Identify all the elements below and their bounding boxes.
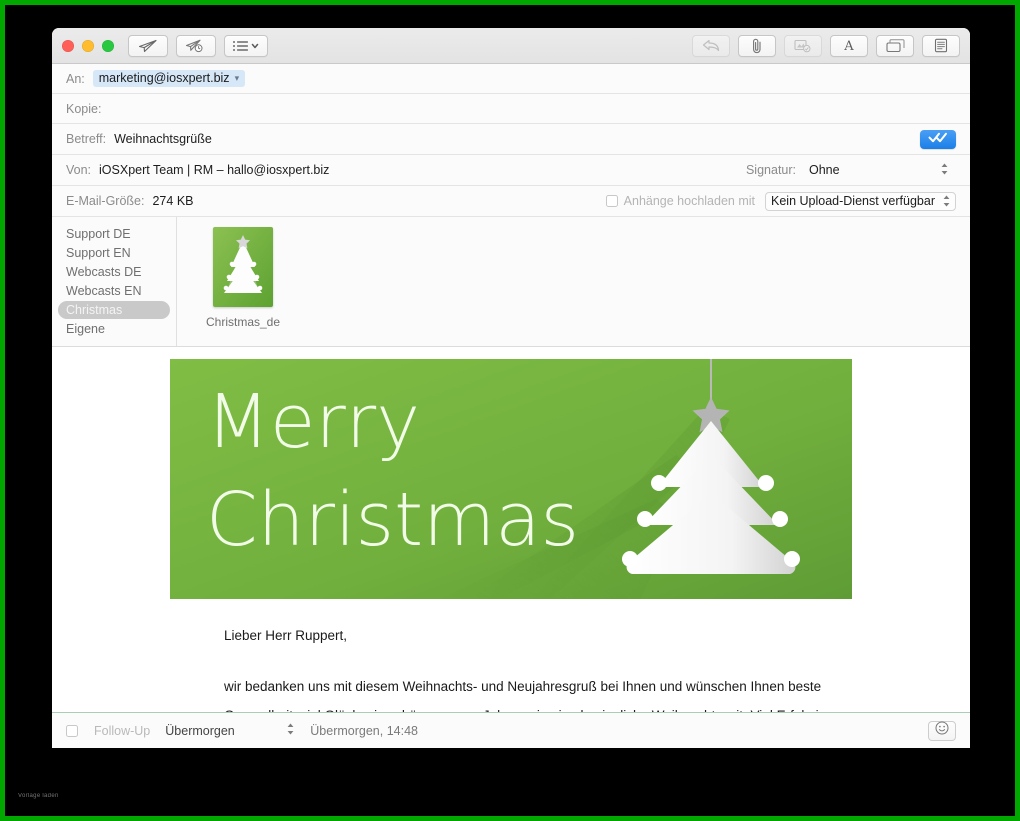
reply-button[interactable]: [692, 34, 730, 57]
size-value: 274 KB: [152, 194, 194, 208]
format-button[interactable]: A: [830, 34, 868, 57]
paper-plane-icon: [138, 39, 158, 53]
template-category-webcasts-en[interactable]: Webcasts EN: [58, 282, 170, 300]
reply-arrow-icon: [702, 39, 720, 52]
followup-checkbox[interactable]: [66, 724, 78, 737]
followup-value: Übermorgen: [165, 723, 235, 738]
paperclip-icon: [750, 38, 764, 54]
signature-label: Signatur:: [745, 163, 796, 177]
template-list-icon: [934, 38, 948, 53]
stationery-button[interactable]: [876, 34, 914, 57]
subject-input[interactable]: Weihnachtsgrüße: [114, 132, 212, 146]
toolbar-right-group: A: [684, 34, 960, 57]
banner-line-2: Christmas: [206, 477, 579, 563]
list-chevron-icon: [232, 40, 260, 52]
template-thumb-label: Christmas_de: [205, 315, 281, 329]
attach-button[interactable]: [738, 34, 776, 57]
signature-select[interactable]: Ohne: [804, 161, 954, 180]
followup-date: Übermorgen, 14:48: [310, 723, 418, 738]
up-down-chevron-icon: [942, 194, 951, 208]
upload-service-value: Kein Upload-Dienst verfügbar: [771, 193, 935, 208]
template-thumb-christmas-de[interactable]: Christmas_de: [205, 227, 281, 346]
view-options-button[interactable]: [224, 34, 268, 57]
subject-label: Betreff:: [66, 132, 107, 146]
paper-plane-clock-icon: [185, 39, 207, 53]
message-paragraph-greeting: Lieber Herr Ruppert,: [224, 628, 348, 643]
template-category-eigene[interactable]: Eigene: [58, 320, 170, 338]
up-down-chevron-icon: [940, 162, 949, 179]
minimize-window-button[interactable]: [82, 39, 94, 52]
stationery-icon: [885, 38, 905, 53]
banner-line-1: Merry: [206, 379, 420, 465]
traffic-lights: [62, 39, 114, 52]
mail-compose-window: A An: marketing@iosxpert.biz ▾ Kopie: Be…: [52, 28, 970, 748]
from-label: Von:: [66, 163, 92, 177]
followup-bar: Follow-Up Übermorgen Übermorgen, 14:48: [52, 712, 970, 748]
close-window-button[interactable]: [62, 39, 74, 52]
christmas-banner: Merry Christmas Merry Christmas: [170, 359, 852, 599]
christmas-tree-thumbnail-icon: [213, 227, 273, 307]
send-button[interactable]: [128, 34, 168, 57]
svg-text:A: A: [843, 39, 854, 53]
upload-service-select[interactable]: Kein Upload-Dienst verfügbar: [765, 191, 956, 211]
window-toolbar: A: [52, 28, 970, 64]
signature-group: Signatur: Ohne: [746, 161, 954, 180]
to-label: An:: [66, 71, 85, 86]
template-category-support-en[interactable]: Support EN: [58, 244, 170, 262]
followup-label: Follow-Up: [94, 723, 151, 738]
template-thumbnail-grid: Christmas_de: [177, 217, 970, 346]
format-A-icon: A: [842, 38, 856, 53]
message-body[interactable]: Merry Christmas Merry Christmas Lieber H…: [52, 347, 970, 712]
template-category-webcasts-de[interactable]: Webcasts DE: [58, 263, 170, 281]
send-later-button[interactable]: [176, 34, 216, 57]
message-paragraph-1: wir bedanken uns mit diesem Weihnachts- …: [224, 679, 830, 712]
upload-attachments-checkbox[interactable]: [605, 195, 618, 207]
template-category-list: Support DE Support EN Webcasts DE Webcas…: [52, 217, 177, 346]
message-text[interactable]: Lieber Herr Ruppert, wir bedanken uns mi…: [52, 599, 970, 712]
size-row: E-Mail-Größe: 274 KB Anhänge hochladen m…: [52, 186, 970, 217]
signature-value: Ohne: [809, 163, 840, 177]
size-label: E-Mail-Größe:: [66, 194, 145, 208]
recipient-token[interactable]: marketing@iosxpert.biz ▾: [92, 70, 246, 87]
emoji-picker-button[interactable]: [928, 720, 956, 741]
template-category-support-de[interactable]: Support DE: [58, 225, 170, 243]
cc-label: Kopie:: [66, 101, 102, 116]
template-picker: Support DE Support EN Webcasts DE Webcas…: [52, 217, 970, 347]
templates-button[interactable]: [922, 34, 960, 57]
from-value[interactable]: iOSXpert Team | RM – hallo@iosxpert.biz: [99, 163, 329, 177]
compose-header-fields: An: marketing@iosxpert.biz ▾ Kopie: Betr…: [52, 64, 970, 217]
from-row: Von: iOSXpert Team | RM – hallo@iosxpert…: [52, 155, 970, 186]
send-now-button[interactable]: [920, 129, 956, 149]
zoom-window-button[interactable]: [102, 39, 114, 52]
upload-attachments-label: Anhänge hochladen mit: [623, 194, 756, 208]
template-category-christmas[interactable]: Christmas: [58, 301, 170, 319]
recipient-address: marketing@iosxpert.biz: [98, 71, 230, 85]
up-down-chevron-icon: [286, 722, 295, 739]
followup-select[interactable]: Übermorgen: [160, 721, 300, 741]
markup-icon: [794, 38, 812, 53]
cc-row[interactable]: Kopie:: [52, 94, 970, 124]
double-check-icon: [928, 130, 948, 148]
to-row: An: marketing@iosxpert.biz ▾: [52, 64, 970, 94]
chevron-down-icon[interactable]: ▾: [235, 73, 240, 84]
smiley-icon: [935, 721, 949, 740]
subject-row[interactable]: Betreff: Weihnachtsgrüße: [52, 124, 970, 155]
markup-button[interactable]: [784, 34, 822, 57]
screenshot-caption: Vorlage laden: [18, 793, 59, 799]
